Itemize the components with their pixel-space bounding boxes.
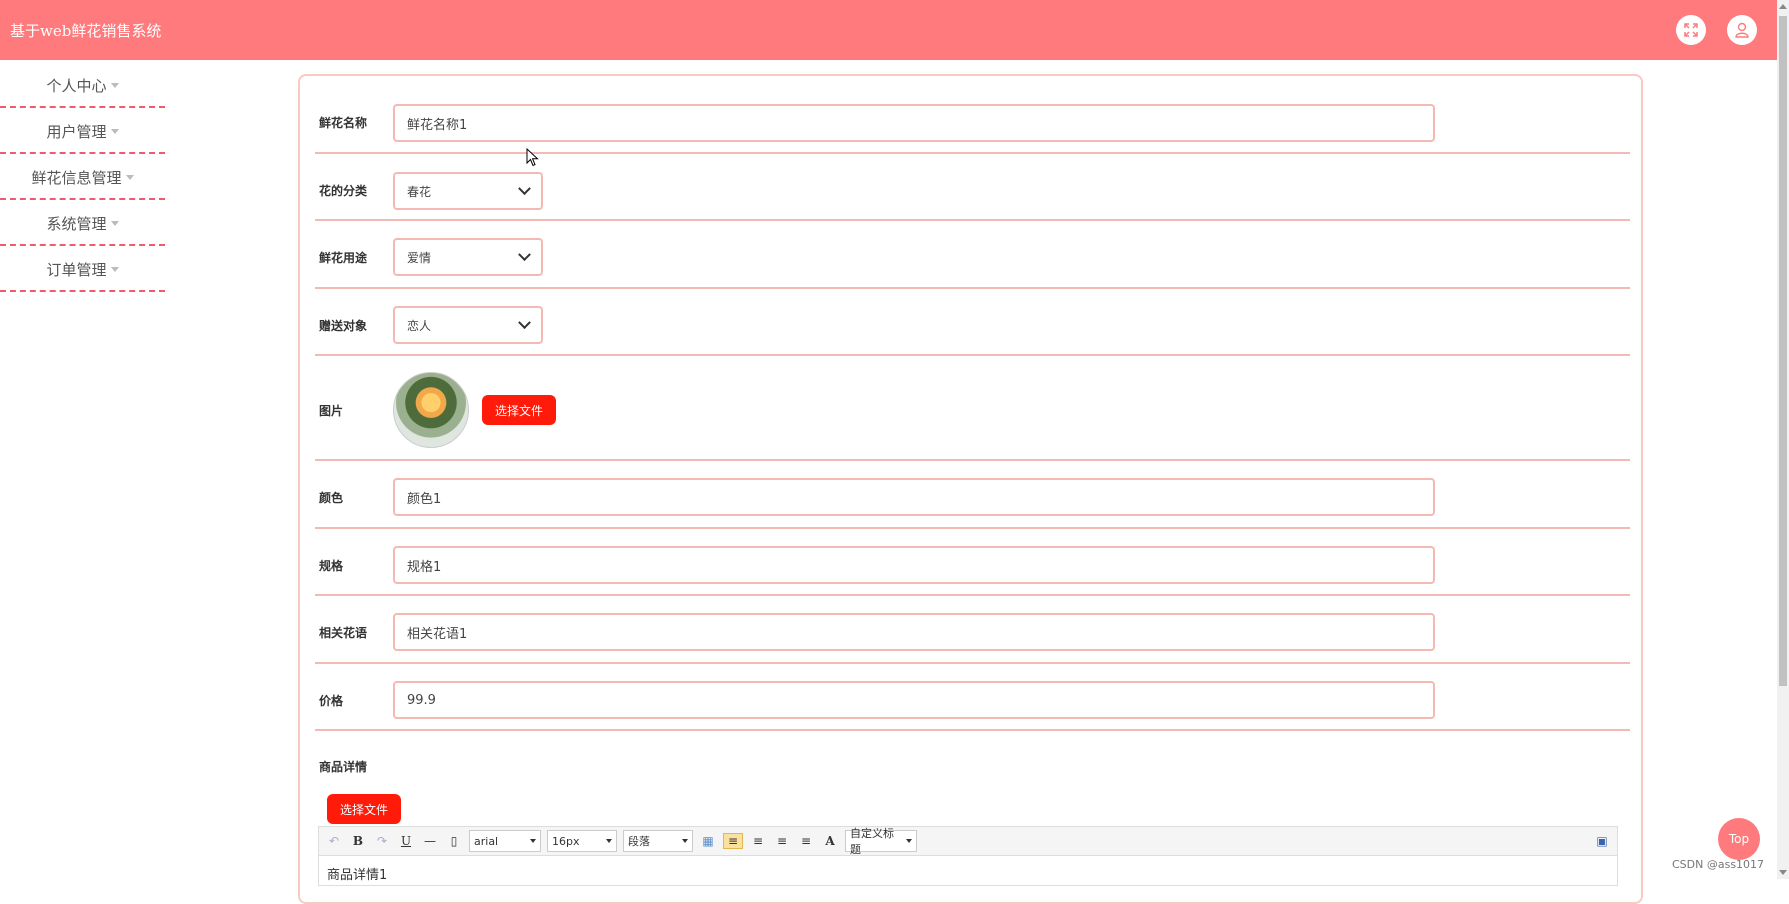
- page-icon[interactable]: ▯: [445, 834, 463, 848]
- font-size-value: 16px: [552, 834, 580, 848]
- bold-button[interactable]: B: [349, 834, 367, 848]
- editor-toolbar: ↶ B ↷ U — ▯ arial 16px 段落 ▦ ≡ ≡ ≡ ≡ A 自定…: [318, 826, 1618, 856]
- form-row-category: 花的分类 春花: [315, 152, 1630, 221]
- font-family-select[interactable]: arial: [469, 830, 541, 852]
- choose-detail-file-button[interactable]: 选择文件: [327, 794, 401, 824]
- sidebar-item-label: 用户管理: [46, 122, 107, 141]
- chevron-down-icon: [518, 181, 531, 195]
- paragraph-select[interactable]: 段落: [623, 830, 693, 852]
- redo-icon[interactable]: ↷: [373, 834, 391, 848]
- preview-icon[interactable]: ▣: [1593, 834, 1611, 848]
- chevron-down-icon: [518, 247, 531, 261]
- caret-down-icon: [110, 82, 119, 88]
- sidebar-item-label: 系统管理: [46, 214, 107, 233]
- field-label: 赠送对象: [319, 319, 368, 333]
- select-value: 恋人: [407, 318, 432, 333]
- sidebar-item-flower-info[interactable]: 鲜花信息管理: [0, 156, 165, 200]
- user-avatar-button[interactable]: [1727, 15, 1757, 45]
- sidebar-item-order-management[interactable]: 订单管理: [0, 248, 165, 292]
- horizontal-rule-icon[interactable]: —: [421, 834, 439, 848]
- sidebar-item-label: 订单管理: [46, 260, 107, 279]
- form-row-recipient: 赠送对象 恋人: [315, 287, 1630, 356]
- page-scrollbar[interactable]: [1777, 0, 1789, 879]
- field-label: 颜色: [319, 491, 344, 505]
- select-value: 春花: [407, 184, 432, 199]
- align-right-icon[interactable]: ≡: [749, 834, 767, 848]
- recipient-select[interactable]: 恋人: [393, 306, 543, 344]
- form-row-image: 图片 选择文件: [315, 354, 1630, 461]
- caret-down-icon: [110, 128, 119, 134]
- scroll-down-icon[interactable]: [1779, 870, 1787, 875]
- scroll-up-icon[interactable]: [1779, 4, 1787, 9]
- form-row-usage: 鲜花用途 爱情: [315, 219, 1630, 289]
- color-input[interactable]: [393, 478, 1435, 516]
- user-icon: [1735, 22, 1749, 38]
- paragraph-value: 段落: [628, 835, 650, 848]
- font-color-button[interactable]: A: [821, 834, 839, 848]
- name-input[interactable]: [393, 104, 1435, 142]
- price-input[interactable]: [393, 681, 1435, 719]
- form-row-price: 价格: [315, 662, 1630, 731]
- custom-heading-select[interactable]: 自定义标题: [845, 827, 917, 856]
- sidebar-item-user-management[interactable]: 用户管理: [0, 110, 165, 154]
- custom-heading-value: 自定义标题: [850, 827, 894, 856]
- field-label: 花的分类: [319, 184, 368, 198]
- field-label: 价格: [319, 694, 344, 708]
- align-center-icon[interactable]: ≡: [773, 834, 791, 848]
- top-header: 基于web鲜花销售系统: [0, 0, 1777, 60]
- font-family-value: arial: [474, 834, 499, 848]
- dropdown-icon: [530, 839, 536, 843]
- field-label: 鲜花名称: [319, 116, 368, 130]
- field-label: 规格: [319, 559, 344, 573]
- fullscreen-icon: [1684, 23, 1698, 37]
- flower-language-input[interactable]: [393, 613, 1435, 651]
- scrollbar-thumb[interactable]: [1779, 16, 1787, 686]
- dropdown-icon: [606, 839, 612, 843]
- form-row-color: 颜色: [315, 459, 1630, 529]
- mouse-cursor-icon: [526, 148, 539, 167]
- spec-input[interactable]: [393, 546, 1435, 584]
- sidebar-item-personal-center[interactable]: 个人中心: [0, 64, 165, 108]
- choose-image-button[interactable]: 选择文件: [482, 395, 556, 425]
- sidebar-item-system-management[interactable]: 系统管理: [0, 202, 165, 246]
- editor-content[interactable]: 商品详情1: [318, 856, 1618, 886]
- flower-image-preview: [393, 372, 469, 448]
- field-label: 图片: [319, 404, 344, 418]
- detail-label: 商品详情: [319, 760, 368, 774]
- form-row-flower-language: 相关花语: [315, 594, 1630, 664]
- app-title: 基于web鲜花销售系统: [10, 22, 162, 40]
- dropdown-icon: [682, 839, 688, 843]
- field-label: 鲜花用途: [319, 251, 368, 265]
- back-to-top-button[interactable]: Top: [1718, 818, 1760, 860]
- watermark: CSDN @ass1017: [1672, 858, 1765, 871]
- form-row-name: 鲜花名称: [315, 100, 1630, 154]
- underline-button[interactable]: U: [397, 834, 415, 848]
- table-icon[interactable]: ▦: [699, 834, 717, 848]
- caret-down-icon: [110, 266, 119, 272]
- usage-select[interactable]: 爱情: [393, 238, 543, 276]
- align-justify-icon[interactable]: ≡: [797, 834, 815, 848]
- category-select[interactable]: 春花: [393, 172, 543, 210]
- undo-icon[interactable]: ↶: [325, 834, 343, 848]
- caret-down-icon: [110, 220, 119, 226]
- align-left-icon[interactable]: ≡: [723, 833, 743, 849]
- chevron-down-icon: [518, 315, 531, 329]
- fullscreen-button[interactable]: [1676, 15, 1706, 45]
- font-size-select[interactable]: 16px: [547, 830, 617, 852]
- sidebar-item-label: 鲜花信息管理: [31, 168, 122, 187]
- dropdown-icon: [906, 839, 912, 843]
- field-label: 相关花语: [319, 626, 368, 640]
- sidebar-item-label: 个人中心: [46, 76, 107, 95]
- caret-down-icon: [125, 174, 134, 180]
- form-row-spec: 规格: [315, 527, 1630, 596]
- sidebar: 个人中心 用户管理 鲜花信息管理 系统管理 订单管理: [0, 64, 165, 294]
- select-value: 爱情: [407, 250, 432, 265]
